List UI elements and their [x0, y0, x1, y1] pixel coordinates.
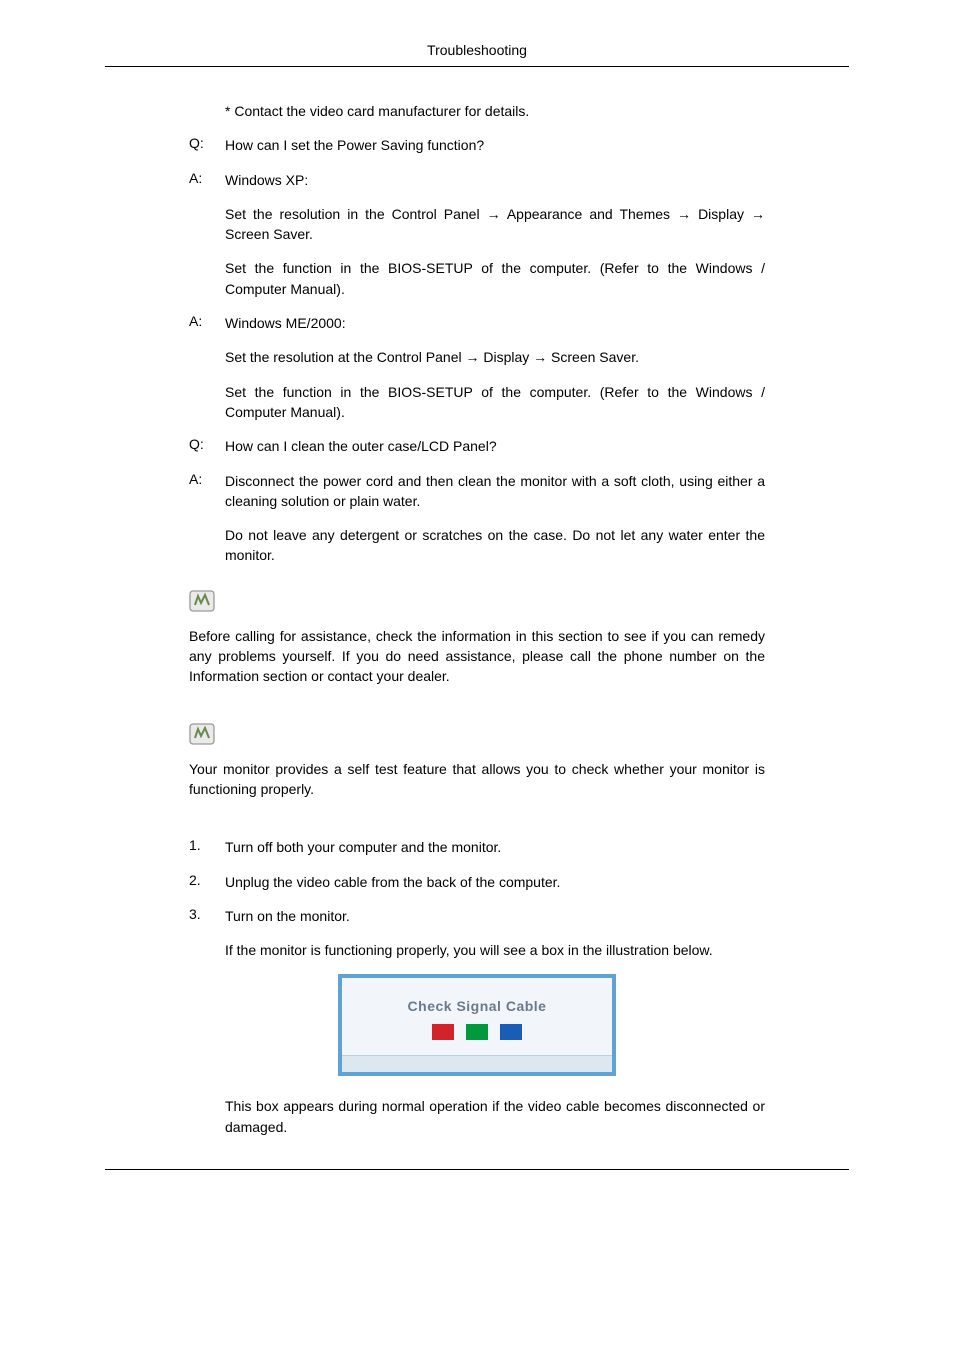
- qa-text: Disconnect the power cord and then clean…: [225, 471, 765, 512]
- qa-text: How can I set the Power Saving function?: [225, 135, 765, 155]
- qa-text: Set the resolution in the Control Panel …: [225, 204, 765, 245]
- step-text: Turn on the monitor.: [225, 906, 765, 926]
- step-row: 2. Unplug the video cable from the back …: [189, 872, 765, 892]
- qa-text: Do not leave any detergent or scratches …: [225, 525, 765, 566]
- step-text: Turn off both your computer and the moni…: [225, 837, 765, 857]
- message-box-title: Check Signal Cable: [352, 998, 602, 1014]
- step-row: 3. Turn on the monitor.: [189, 906, 765, 926]
- note-paragraph-1: Before calling for assistance, check the…: [189, 626, 765, 687]
- step-followup: This box appears during normal operation…: [225, 1096, 765, 1137]
- step-followup-text: If the monitor is functioning properly, …: [225, 940, 765, 960]
- qa-text: Set the resolution at the Control Panel …: [225, 347, 765, 367]
- qa-text: Set the function in the BIOS-SETUP of th…: [225, 382, 765, 423]
- qa-row: A: Disconnect the power cord and then cl…: [189, 471, 765, 512]
- qa-label: Q:: [189, 436, 225, 456]
- message-box-footer: [342, 1055, 612, 1072]
- qa-text: Windows ME/2000:: [225, 313, 765, 333]
- qa-row: Set the resolution at the Control Panel …: [225, 347, 765, 367]
- qa-row: Q: How can I set the Power Saving functi…: [189, 135, 765, 155]
- step-row: 1. Turn off both your computer and the m…: [189, 837, 765, 857]
- qa-row-note: * Contact the video card manufacturer fo…: [225, 101, 765, 121]
- qa-row: Q: How can I clean the outer case/LCD Pa…: [189, 436, 765, 456]
- qa-row: Set the function in the BIOS-SETUP of th…: [225, 258, 765, 299]
- qa-text: Set the function in the BIOS-SETUP of th…: [225, 258, 765, 299]
- step-followup-text: This box appears during normal operation…: [225, 1096, 765, 1137]
- message-box-squares: [352, 1024, 602, 1043]
- step-followup: If the monitor is functioning properly, …: [225, 940, 765, 960]
- red-square-icon: [432, 1024, 454, 1040]
- qa-text: How can I clean the outer case/LCD Panel…: [225, 436, 765, 456]
- step-number: 2.: [189, 872, 225, 892]
- green-square-icon: [466, 1024, 488, 1040]
- note-icon: [189, 590, 215, 612]
- step-text: Unplug the video cable from the back of …: [225, 872, 765, 892]
- qa-row: A: Windows XP:: [189, 170, 765, 190]
- qa-text: Windows XP:: [225, 170, 765, 190]
- qa-row: Set the function in the BIOS-SETUP of th…: [225, 382, 765, 423]
- qa-row: Do not leave any detergent or scratches …: [225, 525, 765, 566]
- qa-row: A: Windows ME/2000:: [189, 313, 765, 333]
- step-number: 1.: [189, 837, 225, 857]
- qa-text: * Contact the video card manufacturer fo…: [225, 101, 765, 121]
- note-icon: [189, 723, 215, 745]
- qa-label: A:: [189, 313, 225, 333]
- blue-square-icon: [500, 1024, 522, 1040]
- qa-label: A:: [189, 471, 225, 512]
- step-number: 3.: [189, 906, 225, 926]
- note-paragraph-2: Your monitor provides a self test featur…: [189, 759, 765, 800]
- page-header-title: Troubleshooting: [105, 42, 849, 58]
- message-box-illustration: Check Signal Cable: [189, 974, 765, 1076]
- qa-label: A:: [189, 170, 225, 190]
- content-area: * Contact the video card manufacturer fo…: [105, 101, 849, 1137]
- qa-row: Set the resolution in the Control Panel …: [225, 204, 765, 245]
- footer-rule: [105, 1169, 849, 1170]
- header-rule: [105, 66, 849, 67]
- qa-label: Q:: [189, 135, 225, 155]
